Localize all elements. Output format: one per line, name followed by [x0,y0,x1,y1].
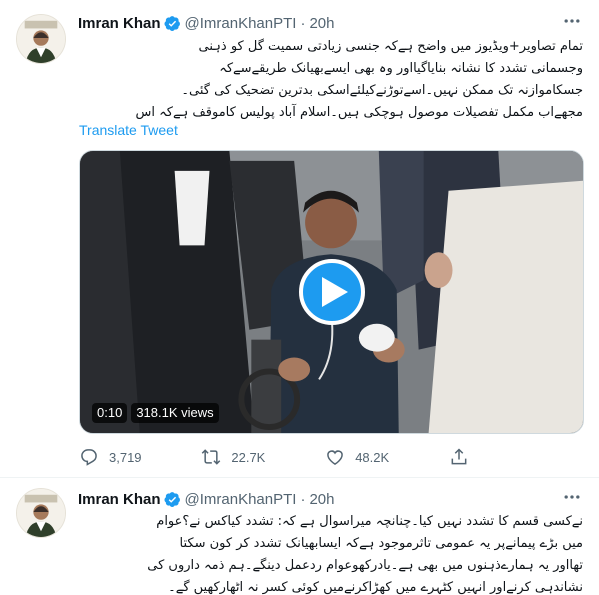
separator: · [300,490,306,508]
retweet-icon [202,449,221,465]
video-duration: 0:10 [92,403,128,423]
like-count: 48.2K [355,449,390,465]
tweet-text-line: نشاندہی کرنےاور انہیں کٹہرے میں کھڑاکرنے… [168,580,583,595]
tweet-text-line: جسکاموازنہ تک ممکن نہیں۔اسےتوڑنےکیلئےاسک… [181,83,583,98]
video-player[interactable]: 0:10 318.1K views [79,150,584,434]
separator: · [300,14,306,32]
play-icon [321,277,348,307]
share-icon [451,448,467,465]
more-icon[interactable] [561,11,583,31]
verified-badge-icon [164,491,181,508]
retweet-count: 22.7K [231,449,266,465]
tweet-text: نےکسی قسم کا تشدد نہیں کیا۔چنانچہ میراسو… [78,511,583,595]
author-handle[interactable]: @ImranKhanPTI [185,491,297,508]
like-icon [327,450,344,465]
avatar[interactable] [16,488,66,538]
tweet-header: Imran Khan @ImranKhanPTI · 20h [78,489,334,509]
tweet-actions: 3,719 22.7K 48.2K [79,446,509,468]
more-icon[interactable] [561,487,583,507]
retweet-button[interactable]: 22.7K [201,447,265,467]
timestamp[interactable]: 20h [309,491,334,508]
author-name[interactable]: Imran Khan [78,15,161,32]
reply-count: 3,719 [109,449,142,465]
tweet[interactable]: Imran Khan @ImranKhanPTI · 20h نےکسی قسم… [0,478,599,595]
tweet-text-line: مجھےاب مکمل تفصیلات موصول ہوچکی ہیں۔اسلا… [135,105,583,120]
share-button[interactable] [449,447,509,467]
tweet-text: تمام تصاویر+ویڈیوز میں واضح ہےکہ جنسی زی… [78,36,583,124]
author-name[interactable]: Imran Khan [78,491,161,508]
translate-tweet-link[interactable]: Translate Tweet [79,122,178,138]
avatar[interactable] [16,14,66,64]
tweet-text-line: وجسمانی تشدد کا نشانہ بنایاگیااور وہ بھی… [219,61,583,76]
tweet-text-line: میں بڑے پیمانےپر یہ عمومی تاثرموجود ہےکہ… [179,536,583,551]
play-button[interactable] [299,259,365,325]
timestamp[interactable]: 20h [309,15,334,32]
author-handle[interactable]: @ImranKhanPTI [185,15,297,32]
tweet-text-line: تمام تصاویر+ویڈیوز میں واضح ہےکہ جنسی زی… [198,39,583,54]
reply-button[interactable]: 3,719 [79,447,142,467]
tweet-header: Imran Khan @ImranKhanPTI · 20h [78,13,334,33]
reply-icon [81,449,97,466]
verified-badge-icon [164,15,181,32]
video-views: 318.1K views [131,403,219,423]
like-button[interactable]: 48.2K [325,447,389,467]
tweet-text-line: تھااور یہ ہمارےذہنوں میں بھی ہے۔یادرکھوع… [147,558,583,573]
tweet[interactable]: Imran Khan @ImranKhanPTI · 20h تمام تصاو… [0,0,599,478]
tweet-text-line: نےکسی قسم کا تشدد نہیں کیا۔چنانچہ میراسو… [156,514,583,529]
video-badges: 0:10 318.1K views [92,403,219,423]
